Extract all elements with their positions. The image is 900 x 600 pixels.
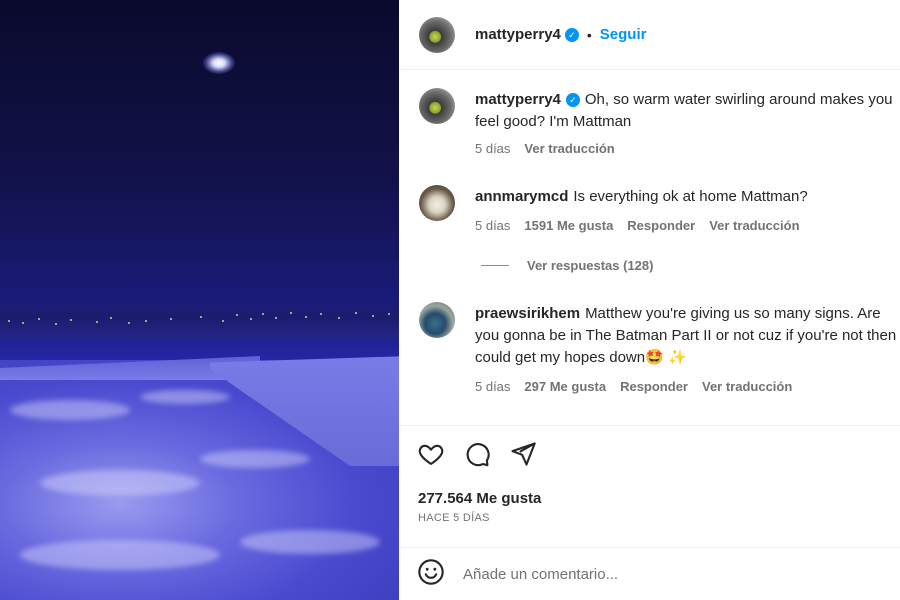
comment-meta: 5 días 1591 Me gusta Responder Ver tradu… — [475, 215, 900, 237]
post-time: HACE 5 DÍAS — [418, 512, 490, 524]
avatar[interactable] — [419, 302, 455, 338]
comment-input[interactable]: Añade un comentario... — [463, 566, 618, 583]
avatar[interactable] — [419, 16, 455, 53]
caption: mattyperry4 ✓ Oh, so warm water swirling a… — [419, 88, 900, 160]
translate-button[interactable]: Ver traducción — [709, 215, 799, 237]
comment-likes[interactable]: 297 Me gusta — [524, 376, 606, 398]
comment-username[interactable]: annmarymcd — [475, 188, 568, 205]
post-panel: mattyperry4 ✓ • Seguir mattyperry4 ✓ Oh, s… — [399, 0, 900, 600]
comment-meta: 5 días 297 Me gusta Responder Ver traduc… — [475, 376, 900, 398]
avatar[interactable] — [419, 88, 455, 124]
comment-time[interactable]: 5 días — [475, 376, 510, 398]
comment-time[interactable]: 5 días — [475, 215, 510, 237]
avatar[interactable] — [419, 185, 455, 221]
comment: praewsirikhem Matthew you're giving us so… — [419, 302, 900, 398]
emoji-icon[interactable] — [417, 558, 445, 591]
view-replies-button[interactable]: Ver respuestas (128) — [481, 258, 653, 273]
action-icons — [417, 440, 537, 468]
comment-likes[interactable]: 1591 Me gusta — [524, 215, 613, 237]
comment: annmarymcd Is everything ok at home Mattm… — [419, 185, 900, 237]
author-username[interactable]: mattyperry4 — [475, 26, 561, 43]
caption-time[interactable]: 5 días — [475, 138, 510, 160]
view-replies-label: Ver respuestas (128) — [527, 258, 654, 273]
add-comment-bar: Añade un comentario... — [399, 547, 900, 600]
post-image[interactable] — [0, 0, 399, 600]
comment-username[interactable]: praewsirikhem — [475, 305, 580, 322]
verified-icon: ✓ — [565, 93, 580, 108]
post-header: mattyperry4 ✓ • Seguir — [399, 0, 900, 70]
comment-icon[interactable] — [463, 440, 491, 468]
reply-button[interactable]: Responder — [627, 215, 695, 237]
translate-button[interactable]: Ver traducción — [702, 376, 792, 398]
share-icon[interactable] — [509, 440, 537, 468]
comment-text: Is everything ok at home Mattman? — [573, 188, 808, 205]
caption-username[interactable]: mattyperry4 — [475, 91, 561, 108]
moon — [203, 52, 235, 74]
post-actions: 277.564 Me gusta HACE 5 DÍAS Añade un co… — [399, 425, 900, 600]
separator: • — [586, 26, 592, 43]
heart-icon[interactable] — [417, 440, 445, 468]
city-lights — [0, 308, 399, 332]
replies-divider — [481, 265, 509, 266]
follow-button[interactable]: Seguir — [600, 26, 647, 43]
likes-count[interactable]: 277.564 Me gusta — [418, 490, 541, 507]
translate-button[interactable]: Ver traducción — [524, 138, 614, 160]
reply-button[interactable]: Responder — [620, 376, 688, 398]
verified-icon: ✓ — [564, 27, 579, 42]
caption-meta: 5 días Ver traducción — [475, 138, 900, 160]
